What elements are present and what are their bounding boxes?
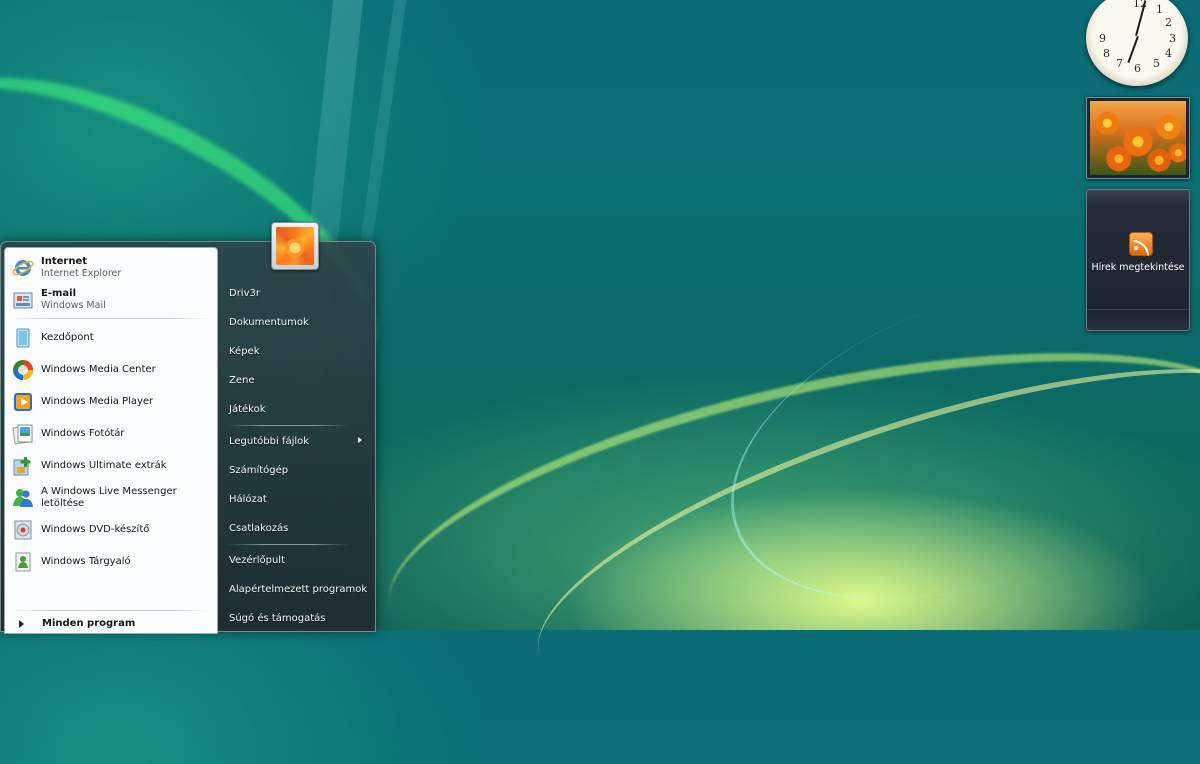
right-item-recent-files[interactable]: Legutóbbi fájlok [229, 436, 309, 447]
clock-numeral: 8 [1103, 47, 1110, 60]
windows-mail-icon [11, 288, 35, 312]
right-item-documents[interactable]: Dokumentumok [229, 317, 309, 328]
right-separator [227, 544, 349, 545]
media-player-icon [11, 390, 35, 414]
clock-gadget[interactable]: 12 1 2 3 4 5 6 7 8 9 [1086, 0, 1188, 86]
clock-numeral: 1 [1156, 3, 1163, 16]
clock-numeral: 6 [1134, 62, 1141, 75]
user-picture[interactable] [271, 222, 319, 270]
all-programs-label: Minden program [42, 618, 136, 629]
flower-picture-icon [276, 227, 314, 265]
ultimate-extras-icon [11, 454, 35, 478]
pinned-item-subtitle: Internet Explorer [41, 268, 122, 279]
clock-numeral: 7 [1116, 57, 1123, 70]
right-item-control-panel[interactable]: Vezérlőpult [229, 555, 285, 566]
recent-item-label: Kezdőpont [41, 332, 94, 343]
pinned-item-subtitle: Windows Mail [41, 300, 106, 311]
recent-item-label: Windows Ultimate extrák [41, 460, 167, 471]
recent-item-dvd-maker[interactable]: Windows DVD-készítő [11, 516, 215, 544]
recent-item-media-center[interactable]: Windows Media Center [11, 356, 215, 384]
recent-item-label: A Windows Live Messenger letöltése [41, 486, 177, 509]
recent-item-media-player[interactable]: Windows Media Player [11, 388, 215, 416]
all-programs-separator [11, 610, 209, 611]
recent-item-welcome-center[interactable]: Kezdőpont [11, 324, 215, 352]
pinned-item-title: Internet [41, 256, 88, 267]
recent-item-label: Windows Tárgyaló [41, 556, 131, 567]
all-programs-button[interactable]: Minden program [19, 618, 135, 629]
messenger-icon [11, 486, 35, 510]
photo-gallery-icon [11, 422, 35, 446]
feed-toolbar [1087, 309, 1189, 330]
submenu-arrow-icon [358, 437, 362, 443]
feed-view-headlines-link[interactable]: Hírek megtekintése [1087, 262, 1189, 273]
clock-numeral: 2 [1165, 16, 1172, 29]
pinned-item-email[interactable]: E-mail Windows Mail [11, 286, 215, 314]
welcome-center-icon [11, 326, 35, 350]
clock-numeral: 4 [1165, 47, 1172, 60]
wallpaper-swoosh [504, 301, 1200, 764]
right-separator [227, 425, 349, 426]
right-item-music[interactable]: Zene [229, 375, 255, 386]
recent-item-label: Windows DVD-készítő [41, 524, 150, 535]
slideshow-gadget[interactable] [1086, 97, 1190, 179]
right-item-network[interactable]: Hálózat [229, 494, 267, 505]
right-item-games[interactable]: Játékok [229, 404, 266, 415]
start-menu-programs-pane: Internet Internet Explorer E-mail Window… [4, 247, 218, 634]
right-item-computer[interactable]: Számítógép [229, 465, 288, 476]
right-item-pictures[interactable]: Képek [229, 346, 260, 357]
recent-item-messenger[interactable]: A Windows Live Messenger letöltése [11, 484, 215, 512]
recent-item-photo-gallery[interactable]: Windows Fotótár [11, 420, 215, 448]
dvd-maker-icon [11, 518, 35, 542]
recent-item-label: Windows Media Center [41, 364, 156, 375]
flower-photo [1090, 101, 1186, 175]
clock-numeral: 5 [1153, 57, 1160, 70]
recent-item-label: Windows Media Player [41, 396, 154, 407]
start-menu: Internet Internet Explorer E-mail Window… [0, 241, 376, 634]
clock-numeral: 3 [1169, 32, 1176, 45]
pinned-item-title: E-mail [41, 288, 77, 299]
pinned-separator [11, 318, 209, 319]
wallpaper-swoosh [361, 289, 1200, 741]
right-item-help-support[interactable]: Súgó és támogatás [229, 613, 326, 624]
right-item-user-folder[interactable]: Driv3r [229, 288, 260, 299]
rss-icon [1129, 232, 1153, 256]
arrow-right-icon [19, 619, 24, 628]
recent-item-ultimate-extras[interactable]: Windows Ultimate extrák [11, 452, 215, 480]
feed-headlines-gadget[interactable]: Hírek megtekintése [1086, 189, 1190, 331]
recent-item-meeting-space[interactable]: Windows Tárgyaló [11, 548, 215, 576]
internet-explorer-icon [11, 256, 35, 280]
clock-numeral: 9 [1099, 32, 1106, 45]
right-item-connect-to[interactable]: Csatlakozás [229, 523, 288, 534]
media-center-icon [11, 358, 35, 382]
meeting-space-icon [11, 550, 35, 574]
right-item-default-programs[interactable]: Alapértelmezett programok [229, 584, 367, 595]
pinned-item-internet[interactable]: Internet Internet Explorer [11, 254, 215, 282]
clock-hour-hand [1127, 36, 1139, 64]
recent-item-label: Windows Fotótár [41, 428, 125, 439]
